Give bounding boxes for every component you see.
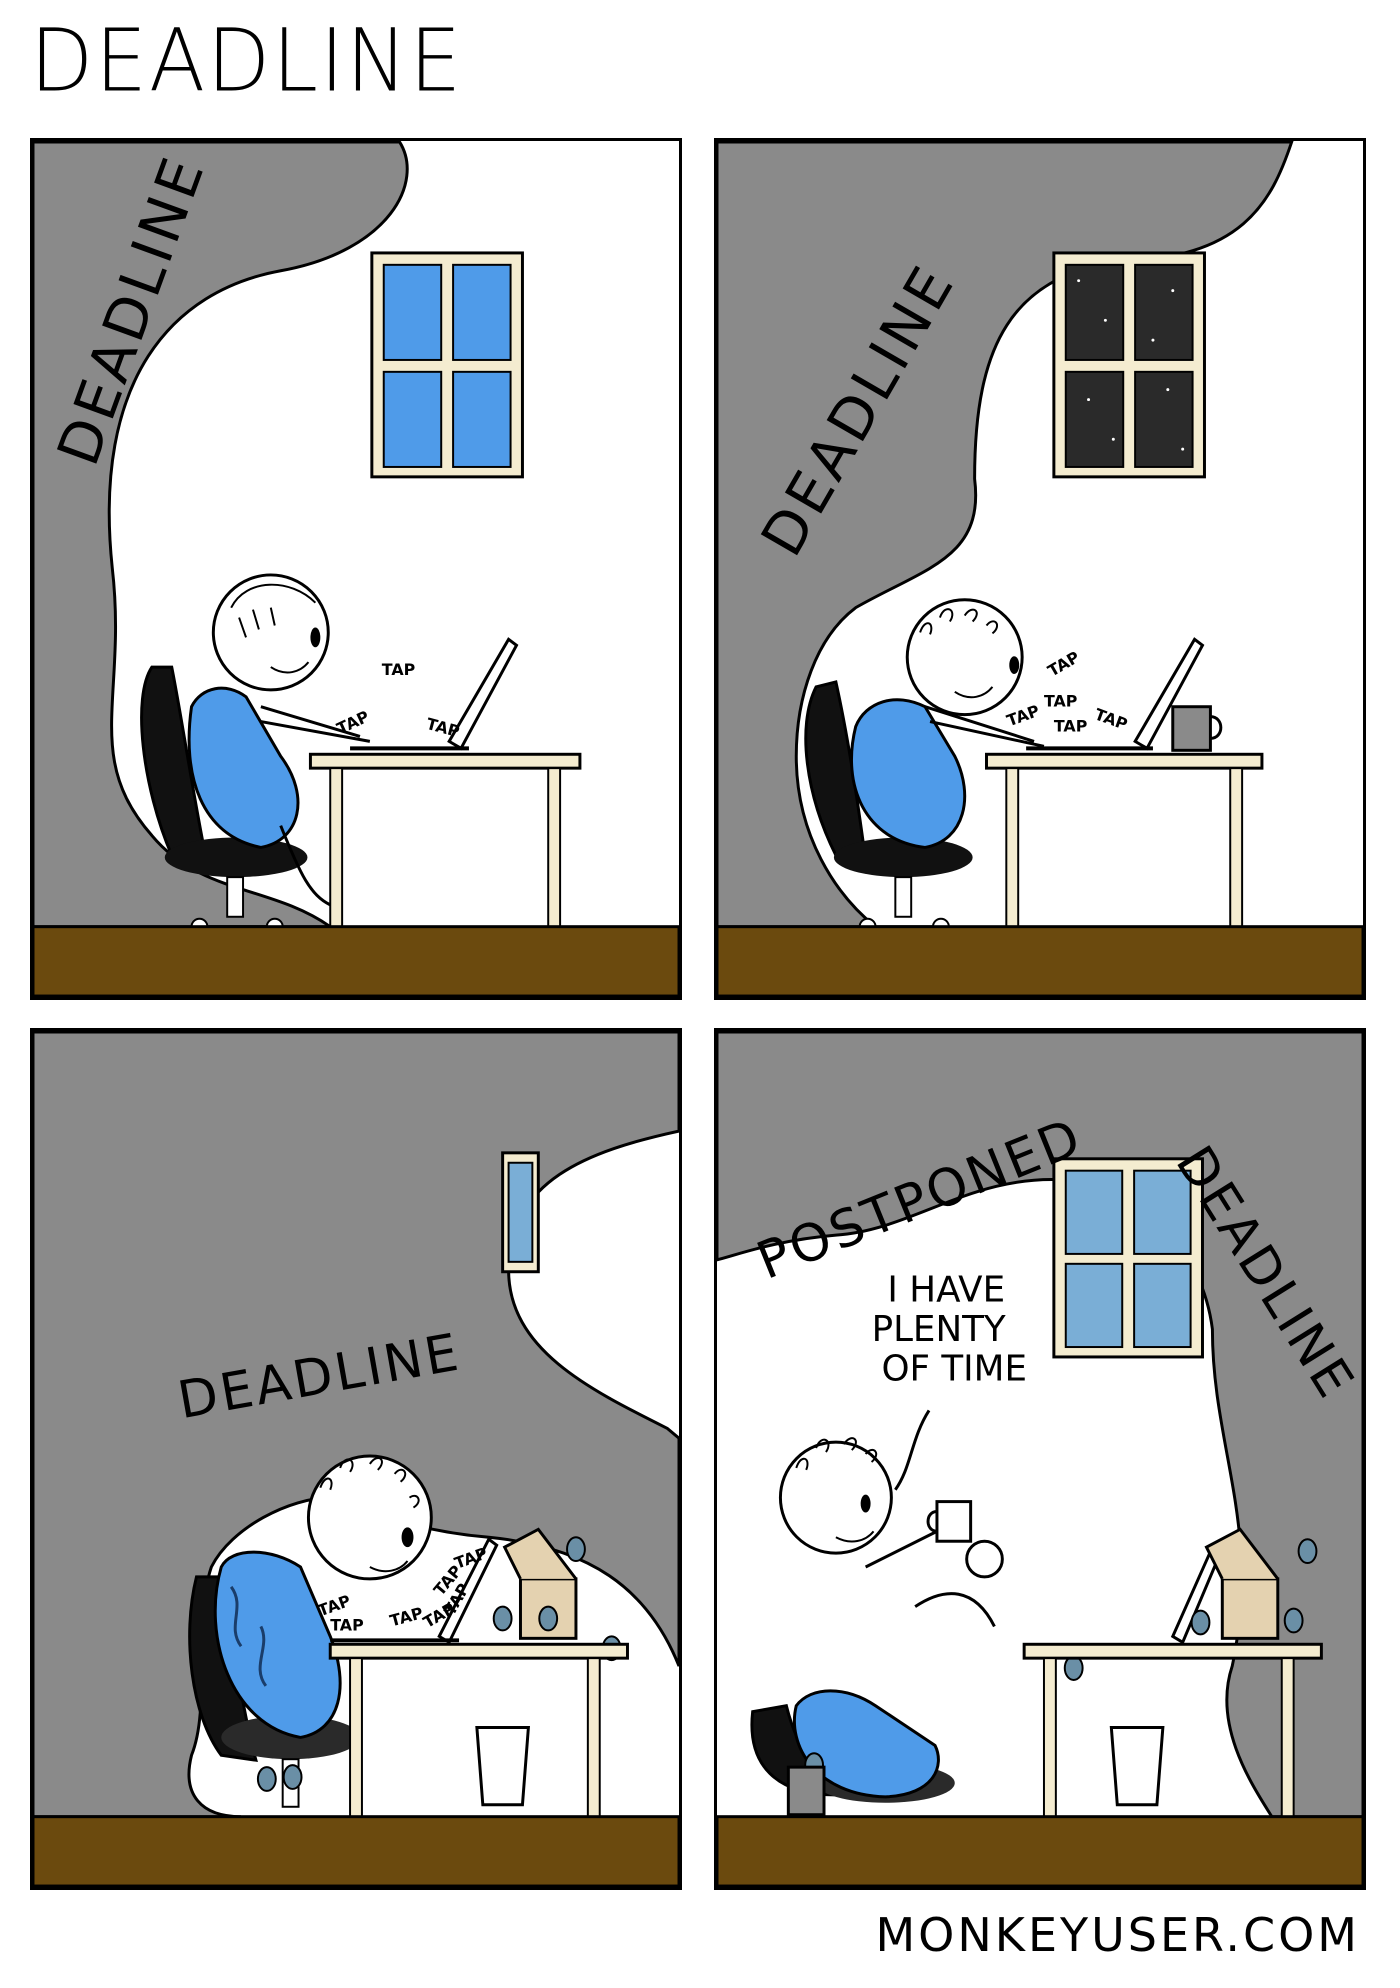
coffee-mug	[926, 1500, 973, 1543]
comic-title: DEADLINE	[30, 11, 464, 112]
tap-text: TAP	[1044, 692, 1077, 711]
floor	[717, 1815, 1363, 1887]
developer	[778, 1437, 1004, 1799]
trash-bin	[1109, 1726, 1165, 1807]
tap-text: TAP	[330, 1615, 363, 1634]
speech-line: PLENTY	[872, 1309, 1006, 1350]
tap-text: TAP	[1004, 701, 1042, 730]
window	[370, 251, 524, 479]
floor	[33, 925, 679, 997]
panel-4-art: POSTPONED DEADLINE I HAVE PLENTY OF TIME	[717, 1031, 1363, 1887]
tap-text: TAP	[1054, 716, 1087, 735]
coffee-mug	[1171, 705, 1223, 752]
desk	[985, 752, 1264, 928]
panel-2: DEADLINE TAP TAP TAP TAP TAP	[714, 138, 1366, 1000]
desk	[308, 752, 582, 928]
window	[1052, 251, 1206, 479]
floor	[717, 925, 1363, 997]
panel-1: DEADLINE TAP TAP TAP	[30, 138, 682, 1000]
speech-line: I HAVE	[887, 1269, 1005, 1310]
panel-2-art: DEADLINE TAP TAP TAP TAP TAP	[717, 141, 1363, 997]
speech-line: OF TIME	[881, 1349, 1027, 1390]
panel-3-art: DEADLINE TAP TAP TAP TAP TAP TAP TAP	[33, 1031, 679, 1887]
floor	[33, 1815, 679, 1887]
site-credit: MONKEYUSER.COM	[875, 1908, 1360, 1962]
tap-text: TAP	[424, 714, 461, 741]
panel-4: POSTPONED DEADLINE I HAVE PLENTY OF TIME	[714, 1028, 1366, 1890]
panel-1-art: DEADLINE TAP TAP TAP	[33, 141, 679, 997]
trash-bin	[475, 1726, 531, 1807]
window	[501, 1151, 540, 1274]
panel-3: DEADLINE TAP TAP TAP TAP TAP TAP TAP	[30, 1028, 682, 1890]
tap-text: TAP	[1044, 647, 1082, 680]
speech-bubble: I HAVE PLENTY OF TIME	[872, 1269, 1027, 1491]
tap-text: TAP	[1092, 705, 1130, 734]
tap-text: TAP	[388, 1603, 425, 1630]
tap-text: TAP	[382, 660, 415, 679]
pencil-cup	[786, 1765, 826, 1817]
